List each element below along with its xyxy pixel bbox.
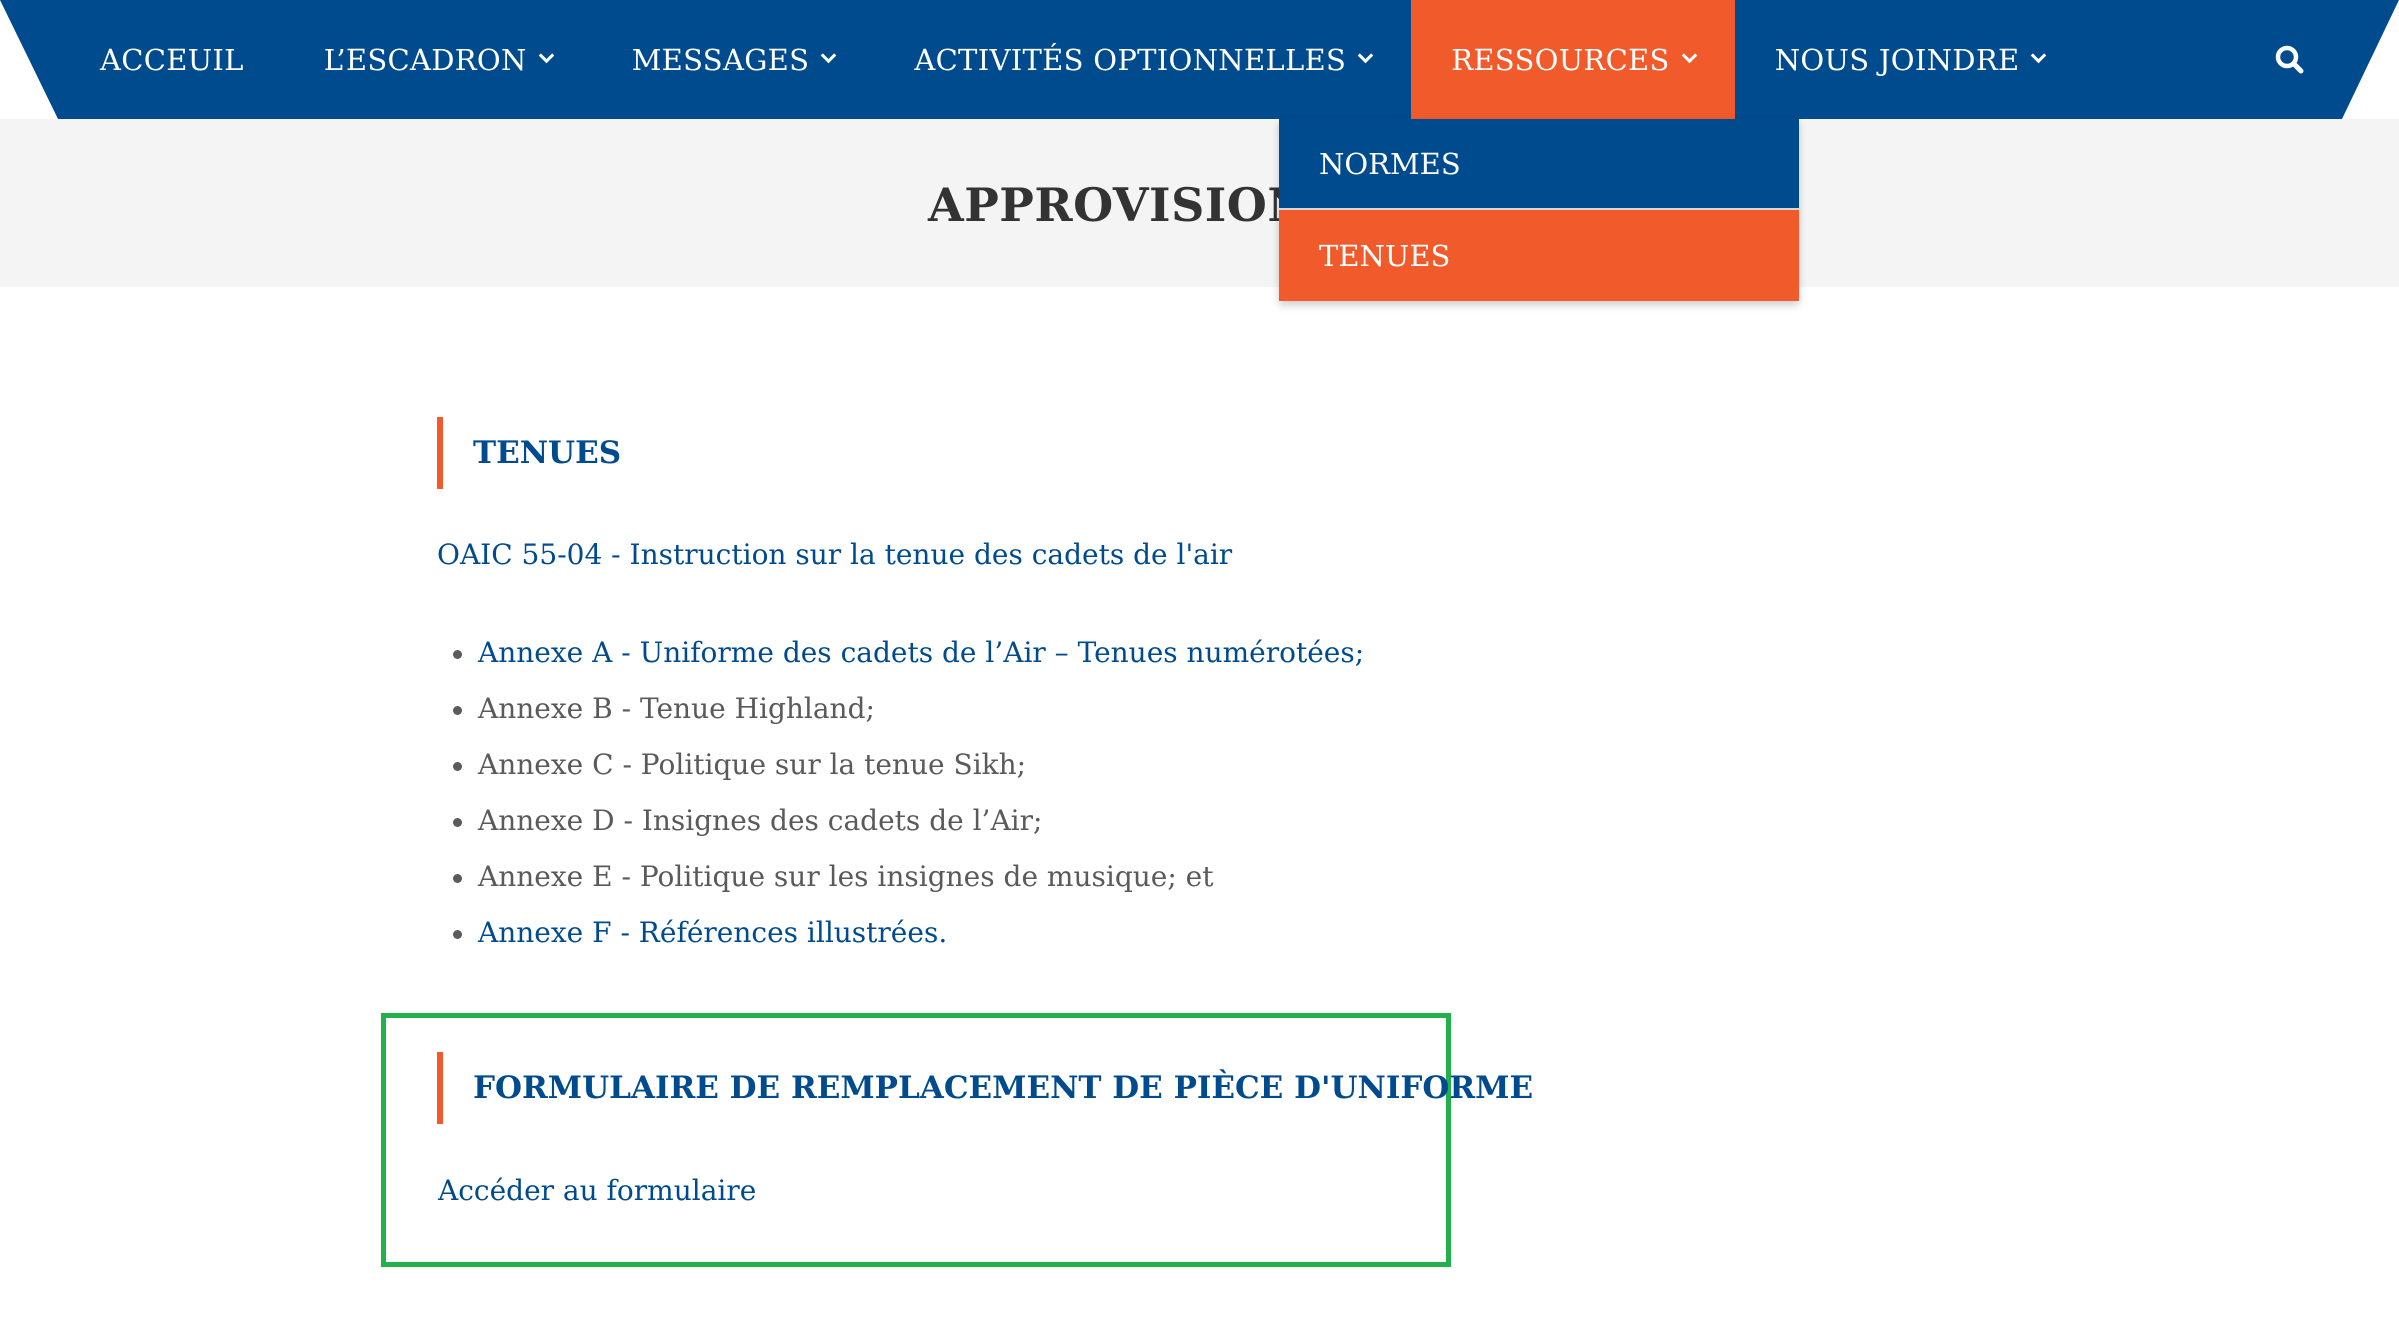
list-item: Annexe C - Politique sur la tenue Sikh; [437, 745, 1364, 801]
chevron-down-icon [1357, 47, 1374, 64]
nav-item-label: RESSOURCES [1451, 42, 1670, 77]
list-item: Annexe D - Insignes des cadets de l’Air; [437, 801, 1364, 857]
section-heading-tenues: TENUES [437, 417, 621, 489]
list-item[interactable]: Annexe F - Références illustrées. [437, 913, 1364, 969]
nav-item-activites-optionnelles[interactable]: ACTIVITÉS OPTIONNELLES [874, 0, 1411, 119]
annex-c-text: Annexe C - Politique sur la tenue Sikh; [478, 748, 1027, 781]
nav-item-label: L’ESCADRON [323, 42, 527, 77]
ressources-dropdown-menu: NORMES TENUES [1279, 119, 1799, 301]
chevron-down-icon [821, 47, 837, 64]
annex-f-link[interactable]: Annexe F - Références illustrées. [478, 916, 947, 949]
chevron-down-icon [538, 47, 554, 64]
annex-b-text: Annexe B - Tenue Highland; [478, 692, 875, 725]
chevron-down-icon [2031, 47, 2047, 64]
nav-items: ACCEUIL L’ESCADRON MESSAGES ACTIVITÉS OP… [60, 0, 2084, 119]
annex-d-text: Annexe D - Insignes des cadets de l’Air; [478, 804, 1043, 837]
dropdown-item-label: TENUES [1319, 238, 1451, 273]
nav-item-messages[interactable]: MESSAGES [592, 0, 875, 119]
nav-item-nous-joindre[interactable]: NOUS JOINDRE [1735, 0, 2085, 119]
nav-item-escadron[interactable]: L’ESCADRON [284, 0, 592, 119]
annex-a-link[interactable]: Annexe A - Uniforme des cadets de l’Air … [478, 636, 1364, 669]
annex-list: Annexe A - Uniforme des cadets de l’Air … [437, 633, 1364, 969]
nav-item-acceuil[interactable]: ACCEUIL [60, 0, 284, 119]
acceder-formulaire-link[interactable]: Accéder au formulaire [438, 1174, 756, 1207]
nav-item-label: ACTIVITÉS OPTIONNELLES [914, 42, 1347, 77]
search-button[interactable] [2270, 40, 2310, 80]
dropdown-item-normes[interactable]: NORMES [1279, 119, 1799, 210]
list-item[interactable]: Annexe A - Uniforme des cadets de l’Air … [437, 633, 1364, 689]
main-navigation: ACCEUIL L’ESCADRON MESSAGES ACTIVITÉS OP… [0, 0, 2399, 119]
nav-item-label: ACCEUIL [100, 42, 244, 77]
dropdown-item-tenues[interactable]: TENUES [1279, 210, 1799, 301]
search-icon [2275, 45, 2304, 74]
section-heading-formulaire: FORMULAIRE DE REMPLACEMENT DE PIÈCE D'UN… [437, 1052, 1533, 1124]
oaic-55-04-link[interactable]: OAIC 55-04 - Instruction sur la tenue de… [437, 538, 1232, 571]
nav-item-ressources[interactable]: RESSOURCES [1411, 0, 1735, 119]
list-item: Annexe E - Politique sur les insignes de… [437, 857, 1364, 913]
chevron-down-icon [1681, 47, 1697, 64]
dropdown-item-label: NORMES [1319, 146, 1461, 181]
list-item: Annexe B - Tenue Highland; [437, 689, 1364, 745]
annex-e-text: Annexe E - Politique sur les insignes de… [478, 860, 1214, 893]
nav-item-label: MESSAGES [631, 42, 810, 77]
nav-item-label: NOUS JOINDRE [1774, 42, 2020, 77]
